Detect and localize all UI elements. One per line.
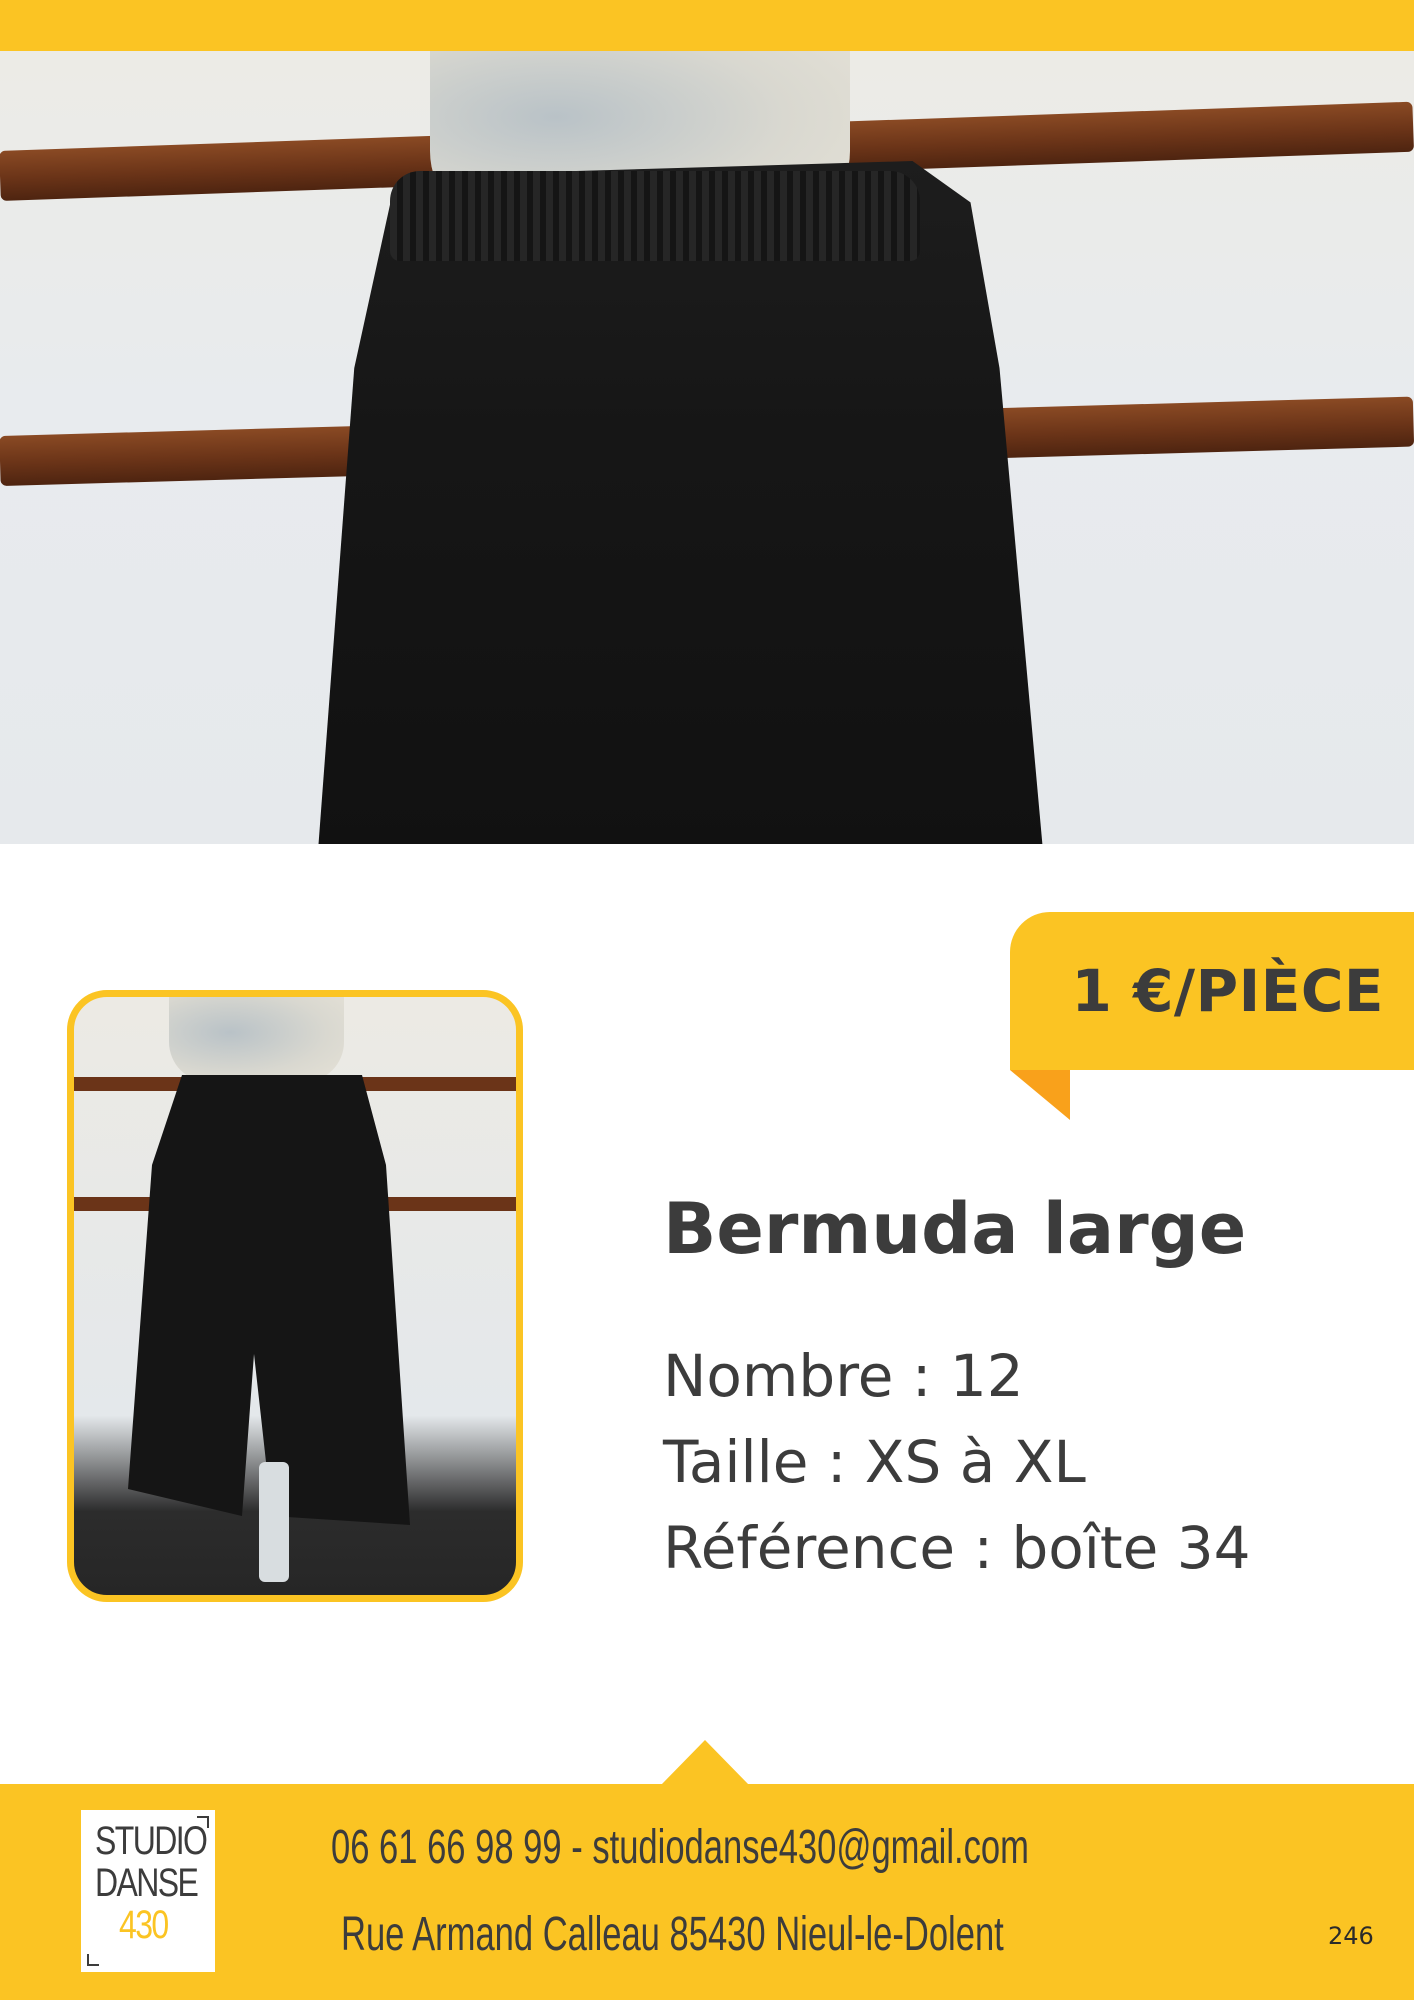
- thumbnail-bermuda: [128, 1075, 410, 1525]
- logo-corner-mark: [87, 1954, 99, 1966]
- thumbnail-stand: [259, 1462, 289, 1582]
- studio-logo: STUDIO DANSE 430: [81, 1810, 215, 1972]
- product-title: Bermuda large: [663, 1188, 1247, 1270]
- top-accent-bar: [0, 0, 1414, 51]
- footer-notch: [661, 1740, 749, 1785]
- product-size: Taille : XS à XL: [663, 1428, 1086, 1496]
- logo-number: 430: [119, 1903, 169, 1947]
- gathered-waistband: [390, 171, 920, 261]
- product-reference: Référence : boîte 34: [663, 1514, 1251, 1582]
- price-tag-fold: [1010, 1070, 1070, 1120]
- contact-phone-email: 06 61 66 98 99 - studiodanse430@gmail.co…: [331, 1821, 1029, 1874]
- contact-address: Rue Armand Calleau 85430 Nieul-le-Dolent: [341, 1908, 1004, 1961]
- thumbnail-mannequin: [169, 997, 344, 1082]
- page-number: 246: [1328, 1922, 1374, 1950]
- logo-word-studio: STUDIO: [95, 1819, 208, 1863]
- product-thumbnail: [67, 990, 523, 1602]
- price-tag: 1 €/PIÈCE: [1010, 912, 1414, 1070]
- logo-word-danse: DANSE: [95, 1861, 199, 1905]
- black-bermuda-garment: [318, 161, 1043, 844]
- hero-product-photo: [0, 51, 1414, 844]
- product-count: Nombre : 12: [663, 1342, 1024, 1410]
- price-label: 1 €/PIÈCE: [1071, 957, 1384, 1025]
